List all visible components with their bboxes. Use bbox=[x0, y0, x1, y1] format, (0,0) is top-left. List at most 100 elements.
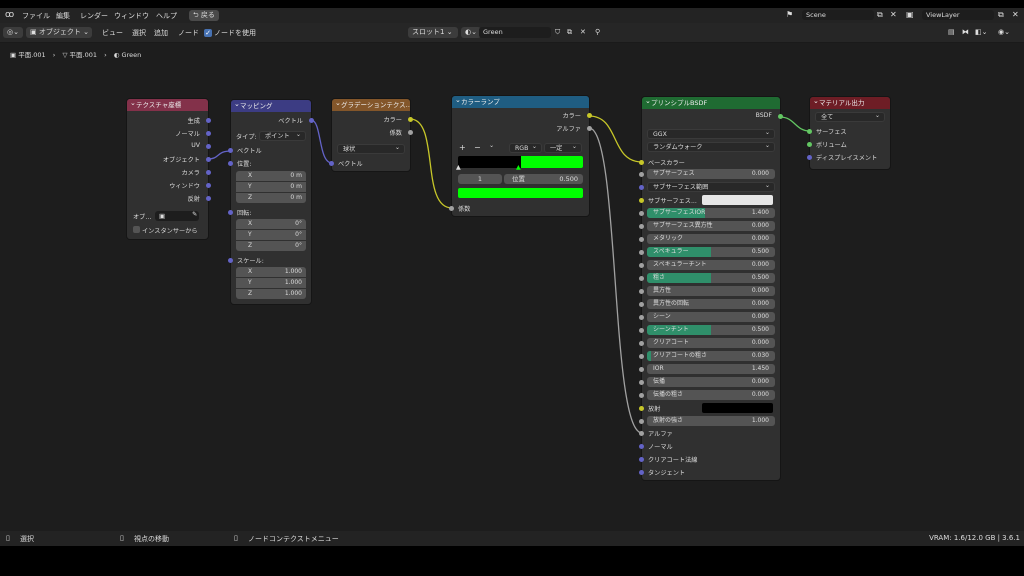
socket-color-out[interactable] bbox=[587, 113, 592, 118]
socket-fac-out[interactable] bbox=[408, 130, 413, 135]
socket-bsdf-out[interactable] bbox=[778, 114, 783, 119]
socket-input[interactable] bbox=[639, 302, 644, 307]
type-dropdown[interactable]: ポイント bbox=[259, 130, 306, 141]
socket-location[interactable] bbox=[228, 161, 233, 166]
input-slider[interactable]: サブサーフェスIOR 1.400 bbox=[647, 208, 775, 218]
node-header[interactable]: マテリアル出力 bbox=[810, 97, 890, 109]
socket-alpha[interactable] bbox=[639, 431, 644, 436]
input-slider[interactable]: 伝播の粗さ 0.000 bbox=[647, 390, 775, 400]
node-header[interactable]: カラーランプ bbox=[452, 96, 589, 108]
socket-input[interactable] bbox=[639, 237, 644, 242]
socket-surface[interactable] bbox=[807, 129, 812, 134]
socket-input[interactable] bbox=[639, 172, 644, 177]
socket-alpha-out[interactable] bbox=[587, 126, 592, 131]
node-header[interactable]: プリンシプルBSDF bbox=[642, 97, 780, 109]
socket-input[interactable] bbox=[639, 289, 644, 294]
node-material-output[interactable]: マテリアル出力 全て サーフェス ボリューム ディスプレイスメント bbox=[807, 97, 890, 169]
add-stop-button[interactable]: + bbox=[459, 143, 466, 152]
input-slider[interactable]: IOR 1.450 bbox=[647, 364, 775, 374]
socket-input[interactable] bbox=[639, 380, 644, 385]
socket-tangent[interactable] bbox=[639, 470, 644, 475]
socket-uv[interactable] bbox=[206, 144, 211, 149]
emission-strength-field[interactable]: 放射の強さ 1.000 bbox=[647, 416, 775, 426]
socket-window[interactable] bbox=[206, 183, 211, 188]
socket-volume[interactable] bbox=[807, 142, 812, 147]
subsurface-radius-dropdown[interactable]: サブサーフェス範囲 bbox=[647, 181, 775, 192]
socket-input[interactable] bbox=[639, 354, 644, 359]
socket-input[interactable] bbox=[639, 341, 644, 346]
stop-handle-left[interactable]: ▲ bbox=[456, 164, 461, 171]
socket-displacement[interactable] bbox=[807, 155, 812, 160]
socket-input[interactable] bbox=[639, 393, 644, 398]
remove-stop-button[interactable]: − bbox=[474, 143, 481, 152]
socket-rotation[interactable] bbox=[228, 210, 233, 215]
subsurface-method-dropdown[interactable]: ランダムウォーク bbox=[647, 141, 775, 152]
input-slider[interactable]: 粗さ 0.500 bbox=[647, 273, 775, 283]
node-principled-bsdf[interactable]: プリンシプルBSDF BSDF GGX ランダムウォーク ベースカラー サブサー… bbox=[639, 97, 783, 480]
node-header[interactable]: グラデーションテクス… bbox=[332, 99, 410, 111]
color-mode-dropdown[interactable]: RGB bbox=[509, 142, 542, 153]
input-slider[interactable]: メタリック 0.000 bbox=[647, 234, 775, 244]
socket-emission[interactable] bbox=[639, 406, 644, 411]
ramp-menu-icon[interactable]: ⌄ bbox=[489, 142, 494, 149]
rotation-z[interactable]: Z 0° bbox=[236, 241, 306, 251]
socket-input[interactable] bbox=[639, 328, 644, 333]
node-mapping[interactable]: マッピング ベクトル タイプ: ポイント ベクトル 位置: X0 m Y0 m … bbox=[228, 100, 314, 304]
stop-index-field[interactable]: 1 bbox=[458, 174, 502, 184]
emission-color-swatch[interactable] bbox=[702, 403, 773, 413]
socket-input[interactable] bbox=[639, 367, 644, 372]
stop-color-swatch[interactable] bbox=[458, 188, 583, 198]
socket-vector-in[interactable] bbox=[329, 161, 334, 166]
socket-scale[interactable] bbox=[228, 258, 233, 263]
input-slider[interactable]: スペキュラーチント 0.000 bbox=[647, 260, 775, 270]
node-header[interactable]: テクスチャ座標 bbox=[127, 99, 208, 111]
subsurface-color-swatch[interactable] bbox=[702, 195, 773, 205]
input-slider[interactable]: クリアコートの粗さ 0.030 bbox=[647, 351, 775, 361]
socket-input[interactable] bbox=[639, 276, 644, 281]
socket-generated[interactable] bbox=[206, 118, 211, 123]
input-slider[interactable]: クリアコート 0.000 bbox=[647, 338, 775, 348]
socket-normal[interactable] bbox=[206, 131, 211, 136]
socket-normal[interactable] bbox=[639, 444, 644, 449]
socket-camera[interactable] bbox=[206, 170, 211, 175]
socket-vector-out[interactable] bbox=[309, 118, 314, 123]
interpolation-dropdown[interactable]: 一定 bbox=[544, 142, 582, 153]
location-z[interactable]: Z 0 m bbox=[236, 193, 306, 203]
socket-fac-in[interactable] bbox=[449, 206, 454, 211]
socket-input[interactable] bbox=[639, 263, 644, 268]
node-header[interactable]: マッピング bbox=[231, 100, 311, 112]
target-dropdown[interactable]: 全て bbox=[815, 111, 885, 122]
node-color-ramp[interactable]: カラーランプ カラー アルファ + − ⌄ RGB 一定 ▲ ▲ 1 位置 0.5… bbox=[449, 96, 592, 216]
socket-base-color[interactable] bbox=[639, 160, 644, 165]
input-slider[interactable]: サブサーフェス異方性 0.000 bbox=[647, 221, 775, 231]
scale-x[interactable]: X 1.000 bbox=[236, 267, 306, 277]
socket-input[interactable] bbox=[639, 198, 644, 203]
input-slider[interactable]: サブサーフェス 0.000 bbox=[647, 169, 775, 179]
distribution-dropdown[interactable]: GGX bbox=[647, 128, 775, 139]
socket-input[interactable] bbox=[639, 315, 644, 320]
socket-input[interactable] bbox=[639, 250, 644, 255]
eyedropper-icon[interactable]: ✎ bbox=[192, 211, 197, 218]
scale-z[interactable]: Z 1.000 bbox=[236, 289, 306, 299]
location-x[interactable]: X 0 m bbox=[236, 171, 306, 181]
stop-position-field[interactable]: 位置 0.500 bbox=[504, 174, 583, 184]
node-texture-coordinate[interactable]: テクスチャ座標 生成 ノーマル UV オブジェクト カメラ ウィンドウ 反射 オ… bbox=[127, 99, 211, 239]
scale-y[interactable]: Y 1.000 bbox=[236, 278, 306, 288]
socket-input[interactable] bbox=[639, 185, 644, 190]
socket-color-out[interactable] bbox=[408, 117, 413, 122]
gradient-type-dropdown[interactable]: 球状 bbox=[337, 143, 405, 154]
input-slider[interactable]: 伝播 0.000 bbox=[647, 377, 775, 387]
socket-clearcoat-normal[interactable] bbox=[639, 457, 644, 462]
socket-input[interactable] bbox=[639, 211, 644, 216]
input-slider[interactable]: シーンチント 0.500 bbox=[647, 325, 775, 335]
socket-vector-in[interactable] bbox=[228, 148, 233, 153]
stop-handle-right[interactable]: ▲ bbox=[516, 164, 521, 171]
socket-reflection[interactable] bbox=[206, 196, 211, 201]
rotation-y[interactable]: Y 0° bbox=[236, 230, 306, 240]
input-slider[interactable]: 異方性 0.000 bbox=[647, 286, 775, 296]
socket-object[interactable] bbox=[206, 157, 211, 162]
node-gradient-texture[interactable]: グラデーションテクス… カラー 係数 球状 ベクトル bbox=[329, 99, 413, 171]
socket-input[interactable] bbox=[639, 224, 644, 229]
socket-emission-strength[interactable] bbox=[639, 419, 644, 424]
input-slider[interactable]: スペキュラー 0.500 bbox=[647, 247, 775, 257]
